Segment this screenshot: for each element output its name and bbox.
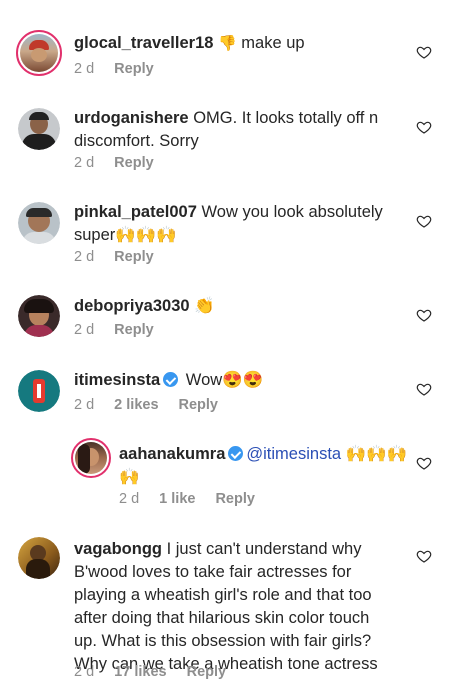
comment-body: Wow you look absolutely	[196, 203, 383, 221]
comment-meta: 2 d Reply	[74, 61, 174, 77]
comment-body: Wow😍😍	[181, 371, 264, 389]
reply-button[interactable]: Reply	[187, 664, 227, 680]
avatar[interactable]	[18, 537, 60, 579]
comment-body-line: after doing that hilarious skin color to…	[74, 609, 370, 627]
likes-count[interactable]: 17 likes	[114, 664, 166, 680]
comment-meta: 2 d Reply	[74, 155, 174, 171]
comment-body-line: discomfort. Sorry	[74, 132, 199, 150]
reply-button[interactable]: Reply	[114, 249, 154, 265]
comment-body: I just can't understand why	[162, 540, 362, 558]
comment-body: 👏	[189, 297, 215, 315]
heart-outline-icon[interactable]	[416, 44, 432, 60]
comment-meta: 2 d 2 likes Reply	[74, 397, 238, 413]
comment-meta: 2 d 1 like Reply	[119, 491, 275, 507]
comment-body: 🙌🙌🙌	[341, 445, 408, 463]
avatar[interactable]	[18, 108, 60, 150]
comment-body: 👎 make up	[218, 34, 305, 52]
comment-text: glocal_traveller18 👎 make up	[74, 32, 305, 55]
comment-text: vagabongg I just can't understand why B'…	[74, 538, 378, 676]
heart-outline-icon[interactable]	[416, 213, 432, 229]
comment-meta: 2 d 17 likes Reply	[74, 664, 246, 680]
mention-link[interactable]: @itimesinsta	[246, 445, 341, 463]
timestamp: 2 d	[119, 491, 140, 507]
avatar[interactable]	[71, 438, 111, 478]
username[interactable]: aahanakumra	[119, 445, 225, 463]
comment-body-line: playing a wheatish girl's role and that …	[74, 586, 372, 604]
comment-body-line: B'wood loves to take fair actresses for	[74, 563, 352, 581]
reply-button[interactable]: Reply	[215, 491, 255, 507]
username[interactable]: debopriya3030	[74, 297, 190, 315]
comment-body: OMG. It looks totally off n	[188, 109, 379, 127]
avatar[interactable]	[18, 370, 60, 412]
timestamp: 2 d	[74, 397, 95, 413]
likes-count[interactable]: 2 likes	[114, 397, 158, 413]
comment-body-line: 🙌	[119, 468, 140, 486]
comment-text: itimesinsta Wow😍😍	[74, 369, 263, 392]
timestamp: 2 d	[74, 155, 95, 171]
avatar[interactable]	[16, 30, 62, 76]
comment-text: pinkal_patel007 Wow you look absolutely …	[74, 201, 383, 247]
comment-meta: 2 d Reply	[74, 249, 174, 265]
avatar[interactable]	[18, 295, 60, 337]
timestamp: 2 d	[74, 664, 95, 680]
comment-text: debopriya3030 👏	[74, 295, 215, 318]
timestamp: 2 d	[74, 322, 95, 338]
reply-button[interactable]: Reply	[114, 322, 154, 338]
comment-text: urdoganishere OMG. It looks totally off …	[74, 107, 378, 153]
heart-outline-icon[interactable]	[416, 381, 432, 397]
comment-body-line: up. What is this obsession with fair gir…	[74, 632, 372, 650]
avatar[interactable]	[18, 202, 60, 244]
username[interactable]: pinkal_patel007	[74, 203, 197, 221]
verified-badge-icon	[163, 372, 179, 387]
heart-outline-icon[interactable]	[416, 119, 432, 135]
reply-button[interactable]: Reply	[179, 397, 219, 413]
username[interactable]: glocal_traveller18	[74, 34, 213, 52]
comment-text: aahanakumra @itimesinsta 🙌🙌🙌 🙌	[119, 443, 407, 489]
username[interactable]: urdoganishere	[74, 109, 189, 127]
reply-button[interactable]: Reply	[114, 155, 154, 171]
comment-body-line: super🙌🙌🙌	[74, 226, 177, 244]
username[interactable]: itimesinsta	[74, 371, 160, 389]
username[interactable]: vagabongg	[74, 540, 162, 558]
likes-count[interactable]: 1 like	[159, 491, 195, 507]
timestamp: 2 d	[74, 249, 95, 265]
timestamp: 2 d	[74, 61, 95, 77]
heart-outline-icon[interactable]	[416, 307, 432, 323]
heart-outline-icon[interactable]	[416, 548, 432, 564]
reply-button[interactable]: Reply	[114, 61, 154, 77]
verified-badge-icon	[228, 446, 244, 461]
heart-outline-icon[interactable]	[416, 455, 432, 471]
comment-meta: 2 d Reply	[74, 322, 174, 338]
